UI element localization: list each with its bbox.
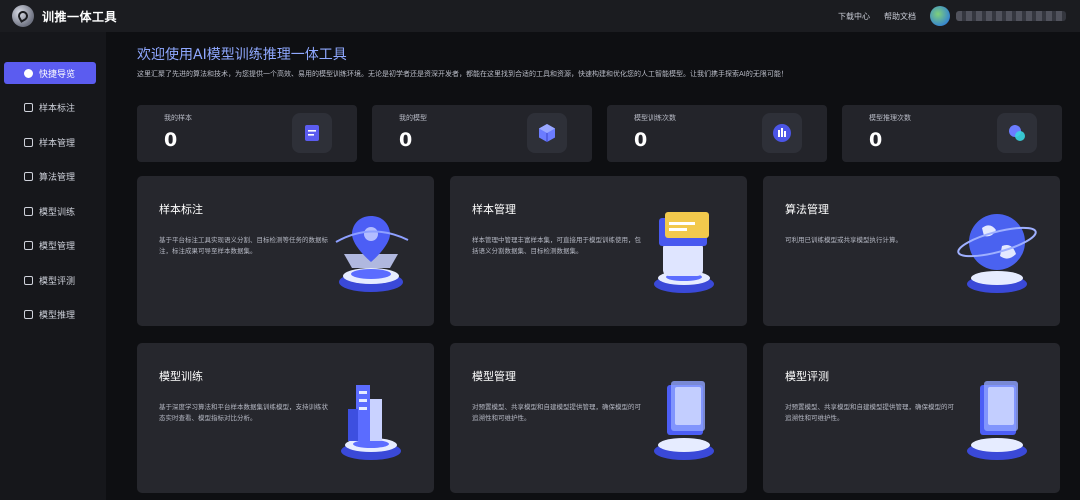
feature-description: 对预置模型、共享模型和自建模型提供管理，确保模型的可追溯性和可维护性。 <box>472 403 641 422</box>
stat-value: 0 <box>164 129 178 151</box>
sidebar-item-label: 模型推理 <box>39 311 76 321</box>
compass-icon <box>24 68 33 78</box>
app-logo[interactable]: 训推一体工具 <box>12 5 117 27</box>
location-pin-icon <box>335 216 409 292</box>
stat-card-my-models: 我的模型 0 <box>372 105 592 162</box>
stat-card-my-samples: 我的样本 0 <box>137 105 357 162</box>
page-subtitle: 这里汇聚了先进的算法和技术，为您提供一个高效、易用的模型训练环境。无论是初学者还… <box>137 70 788 78</box>
feature-description: 对预置模型、共享模型和自建模型提供管理，确保模型的可追溯性和可维护性。 <box>785 403 954 422</box>
feature-title: 模型评测 <box>785 370 829 383</box>
stat-value: 0 <box>399 129 413 151</box>
feature-description: 基于深度学习算法和平台样本数据集训练模型，支持训练状态实时查看、模型指标对比分析… <box>159 403 328 422</box>
stat-card-training-count: 模型训练次数 0 <box>607 105 827 162</box>
globe-icon <box>957 214 1037 293</box>
sidebar-item-label: 模型评测 <box>39 276 76 287</box>
username-redacted[interactable] <box>956 11 1066 21</box>
feature-card-sample-annotation[interactable]: 样本标注 基于平台标注工具实现语义分割、目标检测等任务的数据标注，标注成果可导至… <box>137 176 434 326</box>
sidebar-item-model-evaluation[interactable]: 模型评测 <box>4 269 96 291</box>
feature-card-algorithm-management[interactable]: 算法管理 可利用已训练模型或共享模型执行计算。 <box>763 176 1060 326</box>
main-content: 欢迎使用AI模型训练推理一体工具 这里汇聚了先进的算法和技术，为您提供一个高效、… <box>106 32 1080 500</box>
sidebar-item-label: 快捷导览 <box>39 69 76 80</box>
stat-value: 0 <box>869 129 883 151</box>
cube-icon <box>527 113 567 153</box>
stat-label: 我的样本 <box>164 114 192 122</box>
sidebar-item-sample-management[interactable]: 样本管理 <box>4 131 96 153</box>
avatar[interactable] <box>930 6 950 26</box>
sidebar-item-quick-guide[interactable]: 快捷导览 <box>4 62 96 84</box>
feature-title: 样本标注 <box>159 203 203 216</box>
sidebar-item-model-training[interactable]: 模型训练 <box>4 200 96 222</box>
sidebar-item-algorithm-management[interactable]: 算法管理 <box>4 166 96 188</box>
sidebar-item-model-inference[interactable]: 模型推理 <box>4 304 96 326</box>
feature-description: 基于平台标注工具实现语义分割、目标检测等任务的数据标注，标注成果可导至样本数据集… <box>159 236 328 255</box>
feature-card-sample-management[interactable]: 样本管理 样本管理中管理丰富样本集，可直接用于模型训练使用，包括语义分割数据集、… <box>450 176 747 326</box>
feature-title: 样本管理 <box>472 203 516 216</box>
sidebar-item-label: 算法管理 <box>39 173 76 183</box>
stat-value: 0 <box>634 129 648 151</box>
stat-label: 我的模型 <box>399 114 427 122</box>
chart-icon <box>24 275 33 285</box>
stat-label: 模型训练次数 <box>634 114 676 122</box>
shapes-icon <box>997 113 1037 153</box>
feature-description: 样本管理中管理丰富样本集，可直接用于模型训练使用，包括语义分割数据集、目标检测数… <box>472 236 641 255</box>
help-docs-link[interactable]: 帮助文档 <box>884 11 916 22</box>
document-icon <box>292 113 332 153</box>
folder-stack-icon <box>654 212 714 293</box>
folder-icon <box>24 137 33 147</box>
code-icon <box>24 172 33 181</box>
feature-title: 模型管理 <box>472 370 516 383</box>
sidebar-item-label: 样本标注 <box>39 104 76 114</box>
app-title: 训推一体工具 <box>42 9 118 24</box>
bar-chart-icon <box>762 113 802 153</box>
sidebar-item-model-management[interactable]: 模型管理 <box>4 235 96 257</box>
stat-card-inference-count: 模型推理次数 0 <box>842 105 1062 162</box>
sidebar-item-label: 模型训练 <box>39 207 76 218</box>
cube-icon <box>24 241 33 250</box>
download-center-link[interactable]: 下载中心 <box>838 11 870 22</box>
feature-description: 可利用已训练模型或共享模型执行计算。 <box>785 236 902 244</box>
feature-card-model-evaluation[interactable]: 模型评测 对预置模型、共享模型和自建模型提供管理，确保模型的可追溯性和可维护性。 <box>763 343 1060 493</box>
sidebar: 快捷导览 样本标注 样本管理 算法管理 模型训练 模型管理 模型评测 模型推理 <box>0 32 106 500</box>
feature-card-model-management[interactable]: 模型管理 对预置模型、共享模型和自建模型提供管理，确保模型的可追溯性和可维护性。 <box>450 343 747 493</box>
sidebar-item-label: 模型管理 <box>39 242 76 252</box>
feature-card-model-training[interactable]: 模型训练 基于深度学习算法和平台样本数据集训练模型，支持训练状态实时查看、模型指… <box>137 343 434 493</box>
top-bar: 训推一体工具 下载中心 帮助文档 <box>0 0 1080 32</box>
gear-icon <box>24 206 33 216</box>
logo-icon <box>12 5 34 27</box>
brain-icon <box>24 310 33 319</box>
feature-title: 模型训练 <box>159 370 203 383</box>
server-icon <box>967 381 1027 460</box>
feature-title: 算法管理 <box>785 203 829 216</box>
buildings-icon <box>341 385 401 460</box>
tag-icon <box>24 103 33 112</box>
top-right-actions: 下载中心 帮助文档 <box>824 6 1066 26</box>
sidebar-item-sample-annotation[interactable]: 样本标注 <box>4 97 96 119</box>
server-icon <box>654 381 714 460</box>
sidebar-item-label: 样本管理 <box>39 138 76 149</box>
stat-label: 模型推理次数 <box>869 114 911 122</box>
page-title: 欢迎使用AI模型训练推理一体工具 <box>137 47 347 63</box>
